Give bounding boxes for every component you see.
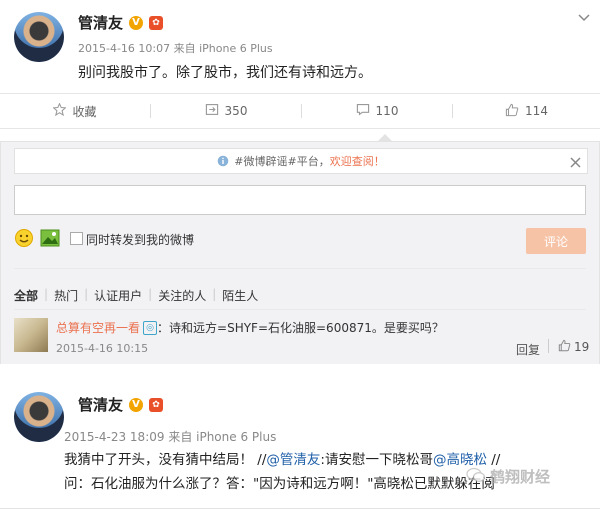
comment-body: 总算有空再一看 ◎ ：诗和远方=SHYF=石化油服=600871。是要买吗？ (56, 319, 444, 336)
submit-comment-button[interactable]: 评论 (526, 228, 586, 254)
repost-checkbox-label[interactable]: 同时转发到我的微博 (86, 231, 194, 248)
notice-prefix: #微博辟谣#平台， (234, 155, 330, 168)
notice-bar: #微博辟谣#平台，欢迎查阅！ (14, 148, 588, 174)
wechat-icon (466, 467, 486, 487)
author-avatar[interactable] (14, 12, 64, 62)
post-header: 管清友 V ✿ (78, 394, 164, 415)
commenter-name[interactable]: 总算有空再一看 (56, 319, 140, 336)
verified-icon: V (129, 397, 144, 412)
comment-count: 110 (375, 104, 399, 118)
author-name[interactable]: 管清友 (78, 394, 123, 415)
verified-icon: V (129, 15, 144, 30)
comment-filters: 全部 | 热门 | 认证用户 | 关注的人 | 陌生人 (14, 287, 259, 304)
post-separator (0, 364, 600, 378)
comment-icon (356, 103, 370, 119)
comment-input[interactable] (14, 185, 586, 215)
comment-like-button[interactable]: 19 (558, 339, 589, 355)
action-bar: 收藏 350 110 114 (0, 93, 600, 129)
thumbs-up-icon (505, 103, 519, 120)
notice-text[interactable]: #微博辟谣#平台，欢迎查阅！ (234, 153, 384, 169)
star-icon (52, 102, 68, 119)
comment-button[interactable]: 110 (302, 103, 452, 119)
info-icon (217, 152, 229, 171)
repost-checkbox[interactable] (70, 232, 83, 245)
watermark: 鹤翔财经 (466, 466, 550, 487)
comment-text: ：诗和远方=SHYF=石化油服=600871。是要买吗？ (157, 321, 444, 335)
chevron-down-icon[interactable] (578, 8, 590, 27)
post-text: :请安慰一下晓松哥 (320, 452, 433, 468)
filter-following[interactable]: 关注的人 (158, 287, 206, 304)
like-button[interactable]: 114 (453, 103, 600, 120)
repost-icon (205, 103, 219, 119)
post-content: 别问我股市了。除了股市，我们还有诗和远方。 (78, 65, 372, 81)
close-icon[interactable] (570, 153, 581, 172)
thumbs-up-icon (558, 339, 571, 355)
member-badge-icon: ✿ (149, 15, 164, 30)
notice-highlight[interactable]: 欢迎查阅！ (330, 155, 385, 168)
filter-strangers[interactable]: 陌生人 (222, 287, 258, 304)
post-content-line1: 我猜中了开头，没有猜中结局！ //@管清友:请安慰一下晓松哥@高晓松 // (64, 448, 500, 468)
post-meta[interactable]: 2015-4-16 10:07 来自 iPhone 6 Plus (78, 40, 273, 56)
post-meta[interactable]: 2015-4-23 18:09 来自 iPhone 6 Plus (64, 428, 276, 445)
comment-time: 2015-4-16 10:15 (56, 342, 149, 355)
comment-like-count: 19 (574, 340, 590, 354)
favorite-label: 收藏 (72, 104, 97, 119)
mention-link[interactable]: @管清友 (266, 452, 320, 468)
commenter-avatar[interactable] (14, 318, 48, 352)
divider (14, 268, 586, 269)
divider (14, 309, 586, 310)
divider (548, 339, 549, 353)
filter-all[interactable]: 全部 (14, 287, 38, 304)
favorite-button[interactable]: 收藏 (0, 102, 150, 120)
repost-count: 350 (224, 104, 248, 118)
post-header: 管清友 V ✿ (78, 12, 164, 33)
author-name[interactable]: 管清友 (78, 12, 123, 33)
post-text: 我猜中了开头，没有猜中结局！ // (64, 452, 267, 468)
image-icon[interactable] (40, 229, 60, 251)
filter-verified[interactable]: 认证用户 (94, 287, 142, 304)
member-badge-icon: ◎ (143, 320, 158, 335)
watermark-text: 鹤翔财经 (490, 468, 551, 486)
emoji-icon[interactable] (14, 228, 34, 252)
reply-button[interactable]: 回复 (516, 341, 540, 358)
author-avatar[interactable] (14, 392, 64, 442)
member-badge-icon: ✿ (149, 397, 164, 412)
active-tab-caret (378, 134, 392, 141)
repost-button[interactable]: 350 (151, 103, 301, 119)
filter-hot[interactable]: 热门 (54, 287, 78, 304)
like-count: 114 (525, 104, 548, 118)
